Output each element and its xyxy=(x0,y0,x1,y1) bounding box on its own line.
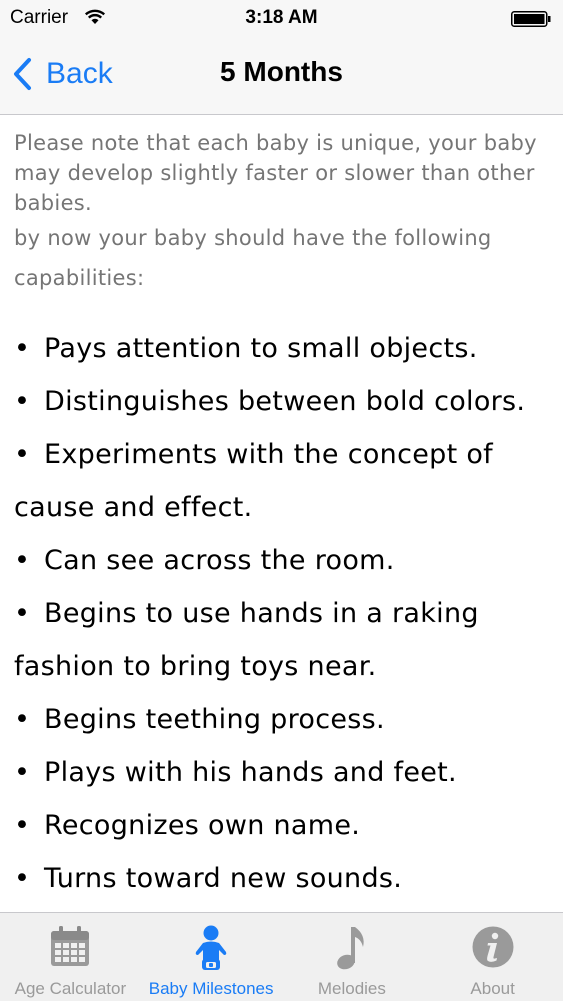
bullet-icon: • xyxy=(14,810,31,841)
tab-label: Baby Milestones xyxy=(148,979,274,998)
info-icon xyxy=(471,925,515,974)
milestone-item: • Begins to use hands in a raking fashion… xyxy=(14,587,554,693)
tab-label: Melodies xyxy=(317,979,386,998)
tab-label: About xyxy=(470,979,515,998)
tab-about[interactable]: About xyxy=(422,913,563,1001)
bullet-icon: • xyxy=(14,333,31,364)
milestone-text: Plays with his hands and feet. xyxy=(44,757,457,788)
milestone-text: Begins teething process. xyxy=(44,704,385,735)
milestone-text: Recognizes own name. xyxy=(44,810,361,841)
battery-icon xyxy=(511,11,551,27)
milestone-item: • Distinguishes between bold colors. xyxy=(14,375,554,428)
bullet-icon: • xyxy=(14,439,31,470)
milestone-item: • Plays with his hands and feet. xyxy=(14,746,554,799)
tab-baby-milestones[interactable]: Baby Milestones xyxy=(141,913,282,1001)
tab-melodies[interactable]: Melodies xyxy=(282,913,423,1001)
bullet-icon: • xyxy=(14,704,31,735)
bullet-icon: • xyxy=(14,863,31,894)
bullet-icon: • xyxy=(14,757,31,788)
tab-bar: Age Calculator Baby Milestones Melodies xyxy=(0,912,563,1001)
baby-icon xyxy=(193,925,229,976)
status-bar: Carrier 3:18 AM xyxy=(0,0,563,38)
page-title: 5 Months xyxy=(220,56,343,87)
music-note-icon xyxy=(336,925,368,976)
bullet-icon: • xyxy=(14,386,31,417)
milestone-text: Experiments with the concept of cause an… xyxy=(14,439,493,523)
milestone-item: • Turns toward new sounds. xyxy=(14,852,554,905)
intro-line-1: Please note that each baby is unique, yo… xyxy=(14,131,537,215)
milestone-item: • Can see across the room. xyxy=(14,534,554,587)
calendar-icon xyxy=(50,925,90,972)
milestone-item: • Experiments with the concept of cause a… xyxy=(14,428,554,534)
milestone-text: Can see across the room. xyxy=(44,545,395,576)
bullet-icon: • xyxy=(14,598,31,629)
milestone-text: Distinguishes between bold colors. xyxy=(44,386,526,417)
tab-label: Age Calculator xyxy=(14,979,127,998)
milestone-text: Pays attention to small objects. xyxy=(44,333,478,364)
milestone-text: Begins to use hands in a raking fashion … xyxy=(14,598,479,682)
milestone-text: Turns toward new sounds. xyxy=(44,863,403,894)
milestone-item: • Pays attention to small objects. xyxy=(14,322,554,375)
intro-note: Please note that each baby is unique, yo… xyxy=(14,128,549,298)
milestone-item: • Begins teething process. xyxy=(14,693,554,746)
milestone-list: • Pays attention to small objects. • Distin… xyxy=(14,322,554,905)
navigation-bar: Back 5 Months xyxy=(0,38,563,115)
bullet-icon: • xyxy=(14,545,31,576)
intro-line-2: by now your baby should have the followi… xyxy=(14,226,492,290)
clock: 3:18 AM xyxy=(245,7,318,28)
tab-age-calculator[interactable]: Age Calculator xyxy=(0,913,141,1001)
milestone-item: • Recognizes own name. xyxy=(14,799,554,852)
